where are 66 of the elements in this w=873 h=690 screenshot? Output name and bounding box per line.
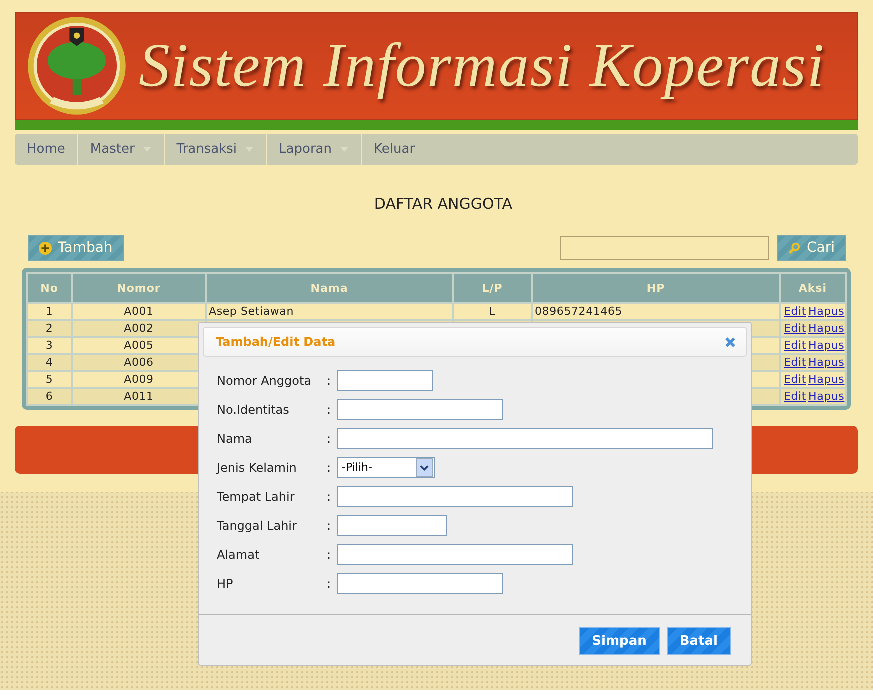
input-field[interactable] xyxy=(337,428,713,449)
colon: : xyxy=(327,548,332,562)
chevron-icon xyxy=(420,464,429,470)
action-link[interactable]: Hapus xyxy=(808,305,845,318)
field-label: No.Identitas xyxy=(217,402,290,416)
table-cell: 2 xyxy=(27,320,72,337)
column-header: No xyxy=(27,273,72,303)
colon: : xyxy=(327,374,332,388)
dialog-title: Tambah/Edit Data xyxy=(216,335,336,349)
table-cell: 3 xyxy=(27,337,72,354)
action-link[interactable]: Edit xyxy=(784,339,807,352)
column-header: Nomor xyxy=(72,273,206,303)
table-cell: 1 xyxy=(27,303,72,320)
action-link[interactable]: Edit xyxy=(784,373,807,386)
action-link[interactable]: Hapus xyxy=(808,356,845,369)
colon: : xyxy=(327,432,332,446)
action-link[interactable]: Edit xyxy=(784,390,807,403)
dialog-button[interactable]: Batal xyxy=(666,627,731,655)
field-label: Tanggal Lahir xyxy=(217,518,298,532)
action-link[interactable]: Hapus xyxy=(808,322,845,335)
field-label: Nama xyxy=(217,432,254,446)
column-header: HP xyxy=(532,273,780,303)
table-cell: 4 xyxy=(27,354,72,371)
field-label: Jenis Kelamin xyxy=(217,460,298,474)
page-title: DAFTAR ANGGOTA xyxy=(373,195,514,213)
action-link[interactable]: Hapus xyxy=(808,339,845,352)
input-field[interactable] xyxy=(337,399,503,420)
nav-menu-item[interactable]: Laporan xyxy=(267,134,362,165)
action-link[interactable]: Hapus xyxy=(808,390,845,403)
colon: : xyxy=(327,490,332,504)
colon: : xyxy=(327,518,332,532)
column-header: L/P xyxy=(453,273,532,303)
site-title: Sistem Informasi Koperasi xyxy=(139,30,826,102)
table-cell: L xyxy=(489,305,496,318)
colon: : xyxy=(327,460,332,474)
table-cell: 089657241465 xyxy=(535,305,623,318)
action-link[interactable]: Edit xyxy=(784,322,807,335)
table-cell: 6 xyxy=(27,388,72,405)
field-label: Tempat Lahir xyxy=(217,490,296,504)
nav-menu-item[interactable]: Master xyxy=(78,134,165,165)
table-cell: A001 xyxy=(72,303,206,320)
action-link[interactable]: Edit xyxy=(784,356,807,369)
input-field[interactable] xyxy=(337,370,433,391)
input-field[interactable] xyxy=(337,486,573,507)
field-label: HP xyxy=(217,576,234,590)
colon: : xyxy=(327,576,332,590)
search-field[interactable] xyxy=(560,236,769,260)
input-field[interactable] xyxy=(337,544,573,565)
column-header: Aksi xyxy=(780,273,846,303)
plus-icon xyxy=(39,242,52,254)
action-link[interactable]: Hapus xyxy=(808,373,845,386)
field-label: Alamat xyxy=(217,548,261,562)
field-label: Nomor Anggota xyxy=(217,374,313,388)
close-icon[interactable] xyxy=(725,336,736,348)
search-icon xyxy=(788,242,801,254)
input-field[interactable] xyxy=(337,573,503,594)
input-field[interactable] xyxy=(337,515,447,536)
gender-dropdown[interactable]: -Pilih- xyxy=(337,457,435,478)
action-link[interactable]: Edit xyxy=(784,305,807,318)
nav-menu-item[interactable]: Keluar xyxy=(362,134,428,165)
table-cell: Asep Setiawan xyxy=(209,305,294,318)
table-cell: 5 xyxy=(27,371,72,388)
colon: : xyxy=(327,402,332,416)
nav-menu-item[interactable]: Home xyxy=(15,134,78,165)
nav-menu-item[interactable]: Transaksi xyxy=(164,134,268,165)
column-header: Nama xyxy=(206,273,453,303)
